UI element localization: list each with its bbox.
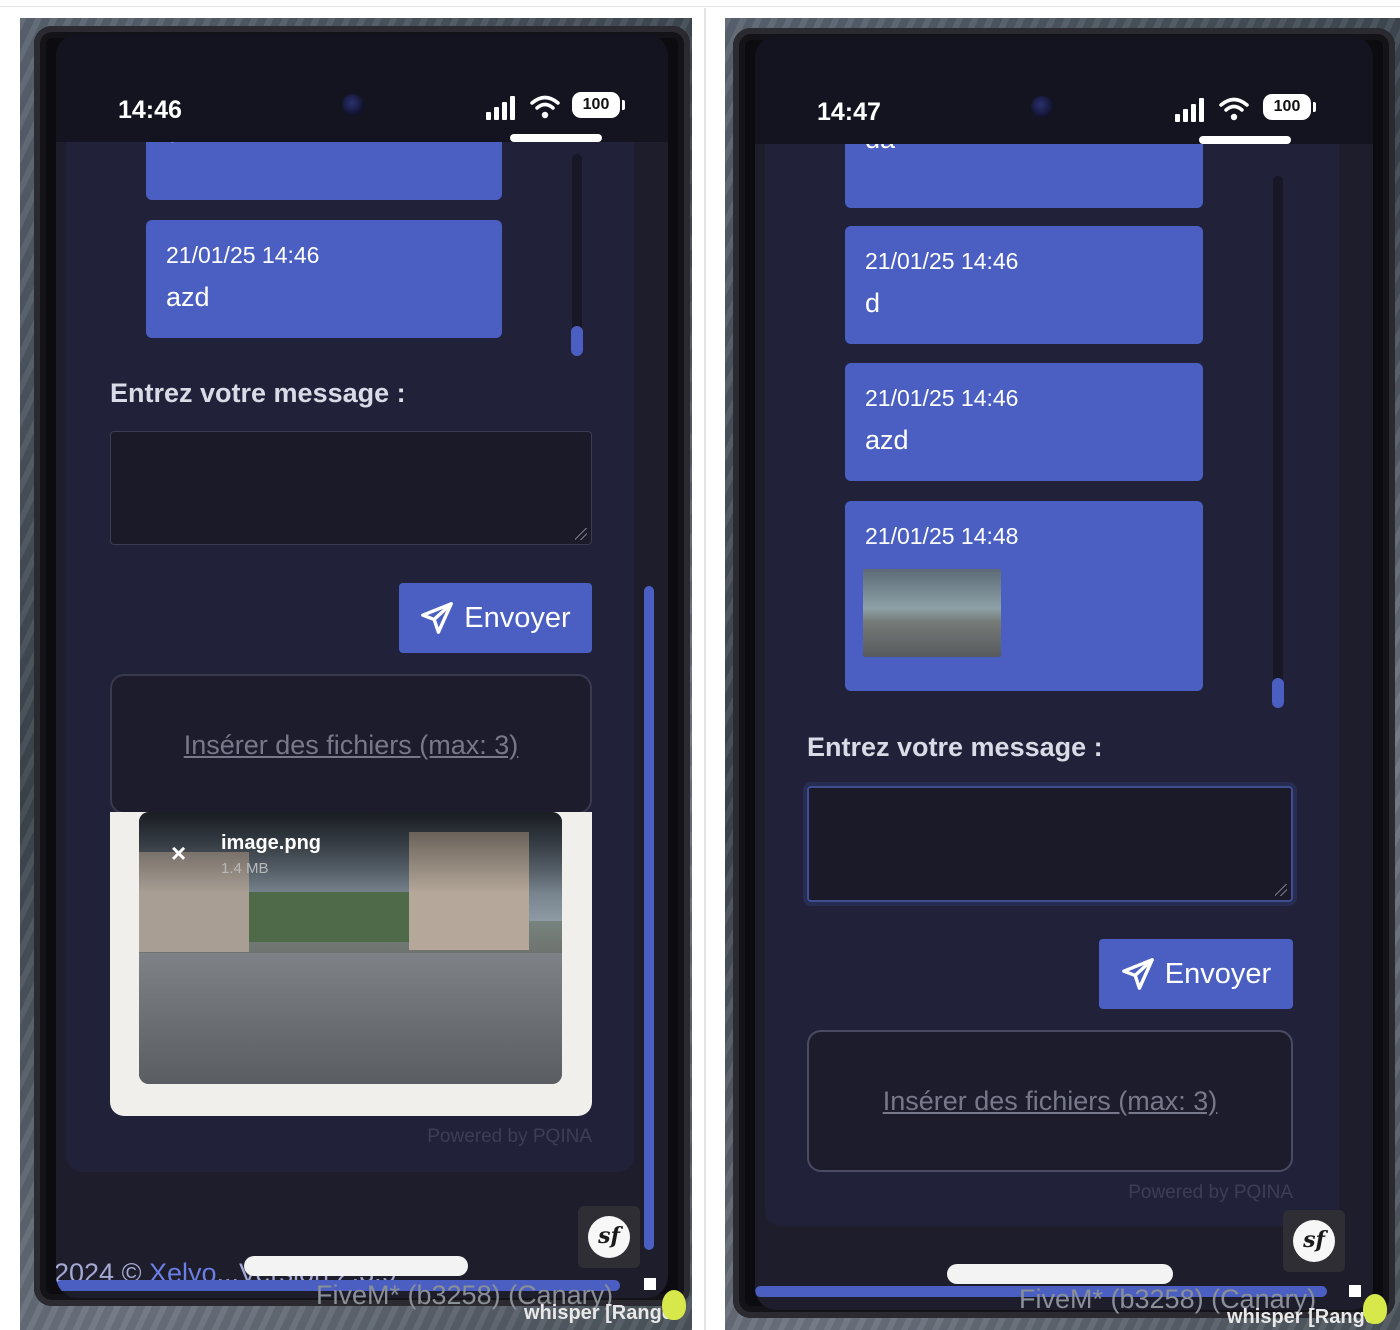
front-camera-icon xyxy=(342,94,364,116)
wifi-icon xyxy=(1219,97,1249,121)
file-dropzone[interactable]: Insérer des fichiers (max: 3) xyxy=(110,674,592,814)
resize-grip-icon[interactable] xyxy=(575,528,587,540)
page-scrollbar[interactable] xyxy=(644,586,654,1250)
symfony-toolbar-button[interactable]: sf xyxy=(578,1206,640,1268)
home-indicator xyxy=(244,1256,468,1276)
message-text: d xyxy=(865,288,881,318)
send-button[interactable]: Envoyer xyxy=(399,583,592,653)
phone-frame: 14:47 100 da 21/01/25 14:46 d 21/01/25 1… xyxy=(733,28,1395,1318)
file-preview-image: × image.png 1.4 MB xyxy=(139,812,562,1084)
whisper-range-label: whisper [Range xyxy=(524,1302,673,1324)
status-time: 14:46 xyxy=(118,96,182,124)
screenshot-right: 14:47 100 da 21/01/25 14:46 d 21/01/25 1… xyxy=(707,8,1400,1330)
chat-card: da 21/01/25 14:46 d 21/01/25 14:46 azd 2… xyxy=(765,76,1339,1226)
paper-plane-icon xyxy=(1121,958,1154,990)
message-label: Entrez votre message : xyxy=(110,378,406,408)
paper-plane-icon xyxy=(421,602,454,634)
chat-scrollbar-thumb[interactable] xyxy=(1272,678,1284,708)
signal-icon xyxy=(486,96,515,120)
symfony-toolbar-button[interactable]: sf xyxy=(1283,1210,1345,1272)
home-indicator xyxy=(947,1264,1173,1284)
send-button-label: Envoyer xyxy=(1164,957,1272,990)
scrollbar-corner xyxy=(1349,1285,1361,1297)
remove-file-icon[interactable]: × xyxy=(171,838,186,869)
chat-scrollbar-track[interactable] xyxy=(1273,176,1283,696)
message-label: Entrez votre message : xyxy=(807,732,1103,762)
file-preview-panel: × image.png 1.4 MB xyxy=(110,812,592,1116)
message-image-thumbnail[interactable] xyxy=(863,569,1001,657)
chat-card: d 21/01/25 14:46 azd Entrez votre messag… xyxy=(66,74,634,1172)
message-input[interactable] xyxy=(110,431,592,545)
battery-icon: 100 xyxy=(1263,94,1316,120)
phone-frame: 14:46 100 d 21/01/25 14:46 xyxy=(34,26,690,1306)
screenshot-left: 14:46 100 d 21/01/25 14:46 xyxy=(0,8,702,1330)
powered-by-label: Powered by PQINA xyxy=(1128,1182,1293,1203)
message-bubble-partial: da xyxy=(845,136,1203,208)
message-timestamp: 21/01/25 14:48 xyxy=(865,523,1019,549)
status-bar: 14:47 100 xyxy=(755,36,1373,144)
wifi-icon xyxy=(530,95,560,119)
dropzone-label[interactable]: Insérer des fichiers (max: 3) xyxy=(809,1086,1291,1117)
scrollbar-corner xyxy=(644,1278,656,1290)
file-dropzone[interactable]: Insérer des fichiers (max: 3) xyxy=(807,1030,1293,1172)
message-input[interactable] xyxy=(807,786,1293,902)
signal-icon xyxy=(1175,98,1204,122)
send-button[interactable]: Envoyer xyxy=(1099,939,1293,1009)
message-text: azd xyxy=(865,425,909,455)
file-size: 1.4 MB xyxy=(221,860,269,877)
message-timestamp: 21/01/25 14:46 xyxy=(865,385,1019,411)
whisper-range-label: whisper [Range xyxy=(1227,1306,1376,1328)
message-timestamp: 21/01/25 14:46 xyxy=(865,248,1019,274)
message-bubble: 21/01/25 14:46 azd xyxy=(845,363,1203,481)
chat-scrollbar-thumb[interactable] xyxy=(571,326,583,356)
chat-scrollbar-track[interactable] xyxy=(572,154,582,354)
battery-icon: 100 xyxy=(572,92,625,118)
dynamic-island-bar xyxy=(1199,136,1291,144)
status-time: 14:47 xyxy=(817,98,881,126)
front-camera-icon xyxy=(1031,96,1053,118)
message-bubble: 21/01/25 14:46 azd xyxy=(146,220,502,338)
pear-icon xyxy=(1363,1294,1387,1324)
resize-grip-icon[interactable] xyxy=(1275,884,1287,896)
message-bubble-image: 21/01/25 14:48 xyxy=(845,501,1203,691)
phone-screen: 14:46 100 d 21/01/25 14:46 xyxy=(56,34,668,1298)
dropzone-label[interactable]: Insérer des fichiers (max: 3) xyxy=(112,730,590,761)
phone-screen: 14:47 100 da 21/01/25 14:46 d 21/01/25 1… xyxy=(755,36,1373,1310)
symfony-icon: sf xyxy=(1293,1220,1335,1262)
message-timestamp: 21/01/25 14:46 xyxy=(166,242,320,268)
symfony-icon: sf xyxy=(588,1216,630,1258)
top-divider xyxy=(0,6,1400,7)
message-bubble: 21/01/25 14:46 d xyxy=(845,226,1203,344)
message-text: azd xyxy=(166,282,210,312)
powered-by-label: Powered by PQINA xyxy=(427,1126,592,1147)
dynamic-island-bar xyxy=(510,134,602,142)
send-button-label: Envoyer xyxy=(464,601,571,634)
pear-icon xyxy=(662,1290,686,1320)
status-bar: 14:46 100 xyxy=(56,34,668,142)
message-bubble-partial: d xyxy=(146,134,502,200)
panel-divider xyxy=(704,8,706,1330)
file-name: image.png xyxy=(221,832,322,854)
